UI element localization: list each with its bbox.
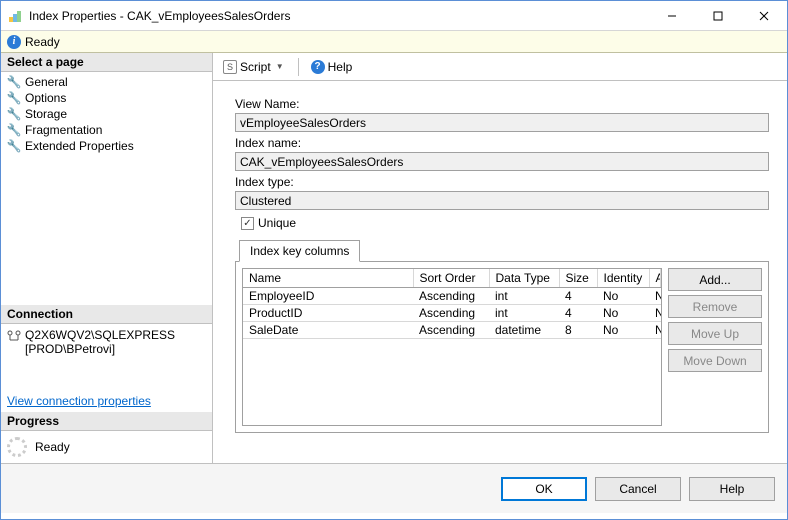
- index-type-label: Index type:: [235, 175, 769, 189]
- sidebar-item-fragmentation[interactable]: 🔧 Fragmentation: [1, 122, 212, 138]
- progress-area: Ready: [1, 431, 212, 463]
- connection-header: Connection: [1, 305, 212, 324]
- app-icon: [7, 8, 23, 24]
- select-page-header: Select a page: [1, 53, 212, 72]
- view-connection-properties-link[interactable]: View connection properties: [1, 390, 212, 412]
- close-button[interactable]: [741, 1, 787, 30]
- cell: 8: [559, 322, 597, 339]
- minimize-button[interactable]: [649, 1, 695, 30]
- move-up-button: Move Up: [668, 322, 762, 345]
- server-icon: [7, 329, 21, 343]
- script-icon: S: [223, 60, 237, 74]
- wrench-icon: 🔧: [7, 123, 21, 137]
- sidebar-item-label: Storage: [25, 107, 67, 121]
- table-row[interactable]: SaleDate Ascending datetime 8 No No: [243, 322, 661, 339]
- script-label: Script: [240, 60, 271, 74]
- cell: No: [597, 305, 649, 322]
- cancel-button[interactable]: Cancel: [595, 477, 681, 501]
- cell: No: [597, 288, 649, 305]
- chevron-down-icon: ▼: [274, 62, 286, 71]
- index-name-field: CAK_vEmployeesSalesOrders: [235, 152, 769, 171]
- cell: Ascending: [413, 288, 489, 305]
- view-name-label: View Name:: [235, 97, 769, 111]
- cell: ProductID: [243, 305, 413, 322]
- move-down-button: Move Down: [668, 349, 762, 372]
- ok-button[interactable]: OK: [501, 477, 587, 501]
- window-title: Index Properties - CAK_vEmployeesSalesOr…: [29, 9, 649, 23]
- tab-index-key-columns[interactable]: Index key columns: [239, 240, 360, 262]
- unique-label: Unique: [258, 216, 296, 230]
- index-columns-grid[interactable]: Name Sort Order Data Type Size Identity …: [242, 268, 662, 426]
- progress-spinner-icon: [7, 437, 27, 457]
- col-allow-nulls[interactable]: Allow NULLs: [649, 269, 661, 288]
- cell: 4: [559, 288, 597, 305]
- help-button[interactable]: ? Help: [307, 58, 357, 76]
- status-text: Ready: [25, 35, 60, 49]
- cell: No: [597, 322, 649, 339]
- col-identity[interactable]: Identity: [597, 269, 649, 288]
- sidebar-item-extended-properties[interactable]: 🔧 Extended Properties: [1, 138, 212, 154]
- progress-header: Progress: [1, 412, 212, 431]
- toolbar-separator: [298, 58, 299, 76]
- connection-server: Q2X6WQV2\SQLEXPRESS: [25, 328, 175, 342]
- status-bar: i Ready: [1, 31, 787, 53]
- cell: int: [489, 288, 559, 305]
- title-bar: Index Properties - CAK_vEmployeesSalesOr…: [1, 1, 787, 31]
- sidebar-item-label: Fragmentation: [25, 123, 102, 137]
- cell: int: [489, 305, 559, 322]
- cell: No: [649, 288, 661, 305]
- cell: EmployeeID: [243, 288, 413, 305]
- sidebar: Select a page 🔧 General 🔧 Options 🔧 Stor…: [1, 53, 213, 463]
- remove-button: Remove: [668, 295, 762, 318]
- help-dialog-button[interactable]: Help: [689, 477, 775, 501]
- cell: SaleDate: [243, 322, 413, 339]
- info-icon: i: [7, 35, 21, 49]
- col-sort-order[interactable]: Sort Order: [413, 269, 489, 288]
- cell: Ascending: [413, 305, 489, 322]
- add-button[interactable]: Add...: [668, 268, 762, 291]
- cell: No: [649, 305, 661, 322]
- view-name-field: vEmployeeSalesOrders: [235, 113, 769, 132]
- maximize-button[interactable]: [695, 1, 741, 30]
- wrench-icon: 🔧: [7, 75, 21, 89]
- content-area: S Script ▼ ? Help View Name: vEmployeeSa…: [213, 53, 787, 463]
- unique-checkbox[interactable]: ✓: [241, 217, 254, 230]
- wrench-icon: 🔧: [7, 139, 21, 153]
- sidebar-item-options[interactable]: 🔧 Options: [1, 90, 212, 106]
- col-size[interactable]: Size: [559, 269, 597, 288]
- dialog-button-bar: OK Cancel Help: [1, 463, 787, 513]
- col-data-type[interactable]: Data Type: [489, 269, 559, 288]
- table-row[interactable]: ProductID Ascending int 4 No No: [243, 305, 661, 322]
- connection-user: [PROD\BPetrovi]: [25, 342, 175, 356]
- toolbar: S Script ▼ ? Help: [213, 53, 787, 81]
- cell: No: [649, 322, 661, 339]
- help-icon: ?: [311, 60, 325, 74]
- connection-info: Q2X6WQV2\SQLEXPRESS [PROD\BPetrovi]: [1, 324, 212, 360]
- index-name-label: Index name:: [235, 136, 769, 150]
- sidebar-item-label: Extended Properties: [25, 139, 134, 153]
- index-type-field: Clustered: [235, 191, 769, 210]
- cell: 4: [559, 305, 597, 322]
- sidebar-item-label: Options: [25, 91, 66, 105]
- page-list: 🔧 General 🔧 Options 🔧 Storage 🔧 Fragment…: [1, 72, 212, 156]
- wrench-icon: 🔧: [7, 107, 21, 121]
- script-button[interactable]: S Script ▼: [219, 58, 290, 76]
- help-label: Help: [328, 60, 353, 74]
- sidebar-item-general[interactable]: 🔧 General: [1, 74, 212, 90]
- col-name[interactable]: Name: [243, 269, 413, 288]
- sidebar-item-storage[interactable]: 🔧 Storage: [1, 106, 212, 122]
- cell: Ascending: [413, 322, 489, 339]
- table-row[interactable]: EmployeeID Ascending int 4 No No: [243, 288, 661, 305]
- sidebar-item-label: General: [25, 75, 68, 89]
- progress-text: Ready: [35, 440, 70, 454]
- cell: datetime: [489, 322, 559, 339]
- wrench-icon: 🔧: [7, 91, 21, 105]
